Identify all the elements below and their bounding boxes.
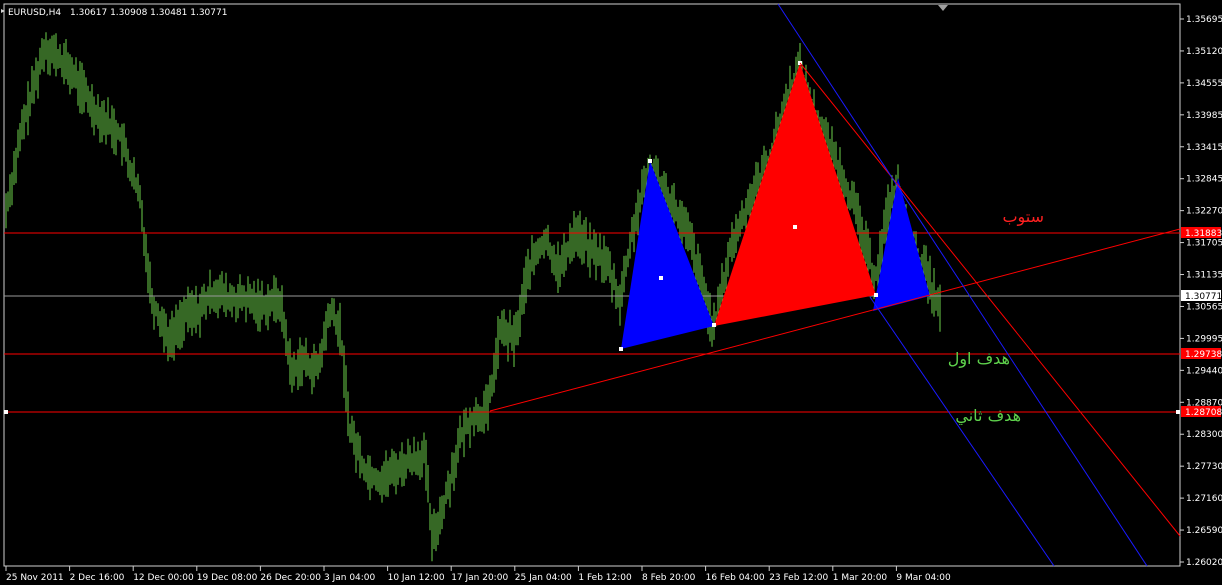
ohlc-readout: 1.30617 1.30908 1.30481 1.30771 — [70, 8, 227, 18]
svg-text:1.28708: 1.28708 — [1185, 408, 1222, 418]
plot-frame — [3, 3, 1181, 567]
time-axis-label: 17 Jan 20:00 — [451, 573, 508, 583]
price-axis-label: 1.26020 — [1186, 558, 1222, 568]
time-axis-label: 2 Dec 16:00 — [70, 573, 125, 583]
time-axis-label: 19 Dec 08:00 — [197, 573, 258, 583]
price-axis-label: 1.29995 — [1186, 334, 1222, 344]
time-axis-label: 25 Nov 2011 — [6, 573, 64, 583]
chart-shift-marker[interactable] — [938, 5, 948, 11]
channel-line-lower[interactable] — [869, 296, 1055, 567]
price-axis-label: 1.27730 — [1186, 462, 1222, 472]
pattern-point[interactable] — [793, 225, 797, 229]
price-axis-label: 1.31135 — [1186, 271, 1222, 281]
time-axis-label: 3 Jan 04:00 — [324, 573, 376, 583]
pattern-point[interactable] — [712, 323, 716, 327]
target2-line-handle-left[interactable] — [4, 410, 8, 414]
pattern-point[interactable] — [648, 159, 652, 163]
falling-trendline[interactable] — [799, 62, 1181, 537]
price-axis-label: 1.31705 — [1186, 239, 1222, 249]
symbol-timeframe: EURUSD,H4 — [8, 8, 61, 18]
pattern-point[interactable] — [874, 293, 878, 297]
time-axis-label: 10 Jan 12:00 — [388, 573, 445, 583]
svg-text:1.30771: 1.30771 — [1185, 292, 1222, 302]
price-tag-current: 1.30771 — [1181, 290, 1222, 302]
price-axis-label: 1.33985 — [1186, 111, 1222, 121]
time-axis[interactable]: 25 Nov 2011 2 Dec 16:00 12 Dec 00:00 19 Dec… — [5, 566, 951, 583]
price-axis-label: 1.34555 — [1186, 79, 1222, 89]
time-axis-label: 1 Feb 12:00 — [578, 573, 632, 583]
time-axis-label: 25 Jan 04:00 — [515, 573, 572, 583]
price-axis-label: 1.32845 — [1186, 175, 1222, 185]
price-tag-target1: 1.29738 — [1181, 348, 1222, 360]
price-axis-label: 1.29440 — [1186, 366, 1222, 376]
time-axis-label: 1 Mar 20:00 — [833, 573, 888, 583]
target2-line-handle-right[interactable] — [1176, 410, 1180, 414]
stop-annotation: ستوب — [1002, 207, 1044, 227]
price-tag-stop: 1.31883 — [1181, 227, 1222, 239]
time-axis-label: 23 Feb 12:00 — [769, 573, 828, 583]
price-axis-label: 1.27160 — [1186, 494, 1222, 504]
price-chart[interactable]: ستوب هدف اول هدف ثاني EURUSD,H4 1.30617 … — [0, 0, 1222, 585]
price-axis-label: 1.35695 — [1186, 15, 1222, 25]
time-axis-label: 26 Dec 20:00 — [260, 573, 321, 583]
pattern-point[interactable] — [659, 276, 663, 280]
time-axis-label: 16 Feb 04:00 — [706, 573, 765, 583]
price-axis-label: 1.30565 — [1186, 302, 1222, 312]
time-axis-label: 12 Dec 00:00 — [133, 573, 194, 583]
time-axis-label: 9 Mar 04:00 — [896, 573, 951, 583]
price-tag-target2: 1.28708 — [1181, 406, 1222, 418]
svg-text:1.29738: 1.29738 — [1185, 350, 1222, 360]
time-axis-label: 8 Feb 20:00 — [642, 573, 696, 583]
price-axis-label: 1.35120 — [1186, 47, 1222, 57]
pattern-point[interactable] — [619, 347, 623, 351]
svg-text:1.31883: 1.31883 — [1185, 229, 1222, 239]
price-axis-label: 1.32270 — [1186, 207, 1222, 217]
price-axis-label: 1.28300 — [1186, 430, 1222, 440]
price-axis-label: 1.33415 — [1186, 143, 1222, 153]
target2-annotation: هدف ثاني — [955, 406, 1021, 426]
price-axis-label: 1.26590 — [1186, 526, 1222, 536]
target1-annotation: هدف اول — [948, 349, 1010, 369]
